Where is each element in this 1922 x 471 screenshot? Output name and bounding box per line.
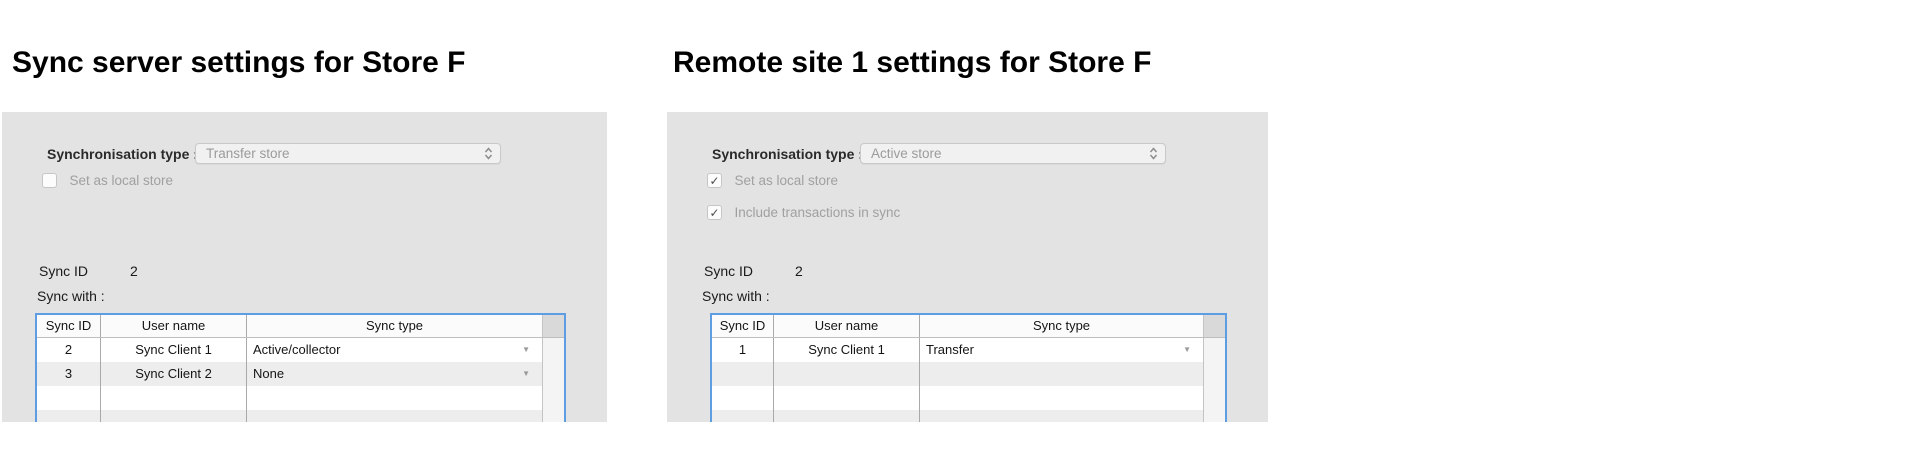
column-header-sync-type: Sync type bbox=[247, 315, 542, 337]
set-as-local-store-checkbox[interactable] bbox=[42, 173, 57, 188]
scrollbar-track[interactable] bbox=[1203, 338, 1225, 362]
page-title-remote-site: Remote site 1 settings for Store F bbox=[673, 47, 1151, 79]
page-title-sync-server: Sync server settings for Store F bbox=[12, 47, 466, 79]
cell-user-name: Sync Client 2 bbox=[101, 362, 247, 386]
scrollbar-track[interactable] bbox=[542, 410, 564, 422]
stepper-icon bbox=[484, 147, 493, 160]
table-row[interactable]: 2 Sync Client 1 Active/collector ▼ bbox=[37, 338, 564, 362]
column-header-user-name: User name bbox=[774, 315, 920, 337]
stepper-icon bbox=[1149, 147, 1158, 160]
checkmark-icon: ✓ bbox=[709, 174, 719, 188]
cell-user-name: Sync Client 1 bbox=[774, 338, 920, 362]
table-row-empty[interactable] bbox=[37, 386, 564, 410]
sync-id-value: 2 bbox=[130, 263, 138, 279]
checkmark-icon: ✓ bbox=[709, 206, 719, 220]
table-row-empty[interactable] bbox=[712, 410, 1225, 422]
table-row[interactable]: 3 Sync Client 2 None ▼ bbox=[37, 362, 564, 386]
cell-sync-id: 3 bbox=[37, 362, 101, 386]
synchronisation-type-label: Synchronisation type : bbox=[47, 146, 198, 162]
sync-id-value: 2 bbox=[795, 263, 803, 279]
table-row-empty[interactable] bbox=[712, 386, 1225, 410]
scrollbar-track[interactable] bbox=[1203, 362, 1225, 386]
scrollbar-corner bbox=[542, 315, 564, 337]
cell-sync-id: 2 bbox=[37, 338, 101, 362]
scrollbar-track[interactable] bbox=[542, 338, 564, 362]
dropdown-arrow-icon: ▼ bbox=[522, 338, 530, 362]
synchronisation-type-value: Active store bbox=[871, 146, 942, 161]
set-as-local-store-label: Set as local store bbox=[734, 173, 838, 189]
cell-sync-type-dropdown[interactable]: None ▼ bbox=[247, 362, 542, 386]
table-row[interactable]: 1 Sync Client 1 Transfer ▼ bbox=[712, 338, 1225, 362]
table-header-row: Sync ID User name Sync type bbox=[712, 315, 1225, 338]
synchronisation-type-label: Synchronisation type : bbox=[712, 146, 863, 162]
cell-user-name: Sync Client 1 bbox=[101, 338, 247, 362]
set-as-local-store-row: Set as local store bbox=[42, 173, 173, 189]
sync-id-label: Sync ID bbox=[704, 263, 753, 279]
synchronisation-type-select[interactable]: Transfer store bbox=[195, 143, 501, 164]
sync-with-table: Sync ID User name Sync type 2 Sync Clien… bbox=[35, 313, 566, 422]
scrollbar-track[interactable] bbox=[1203, 386, 1225, 410]
scrollbar-track[interactable] bbox=[542, 362, 564, 386]
dropdown-arrow-icon: ▼ bbox=[522, 362, 530, 386]
scrollbar-track[interactable] bbox=[1203, 410, 1225, 422]
scrollbar-track[interactable] bbox=[542, 386, 564, 410]
column-header-sync-id: Sync ID bbox=[37, 315, 101, 337]
set-as-local-store-label: Set as local store bbox=[69, 173, 173, 189]
synchronisation-type-select[interactable]: Active store bbox=[860, 143, 1166, 164]
table-row-empty[interactable] bbox=[37, 410, 564, 422]
sync-with-label: Sync with : bbox=[37, 288, 105, 304]
sync-id-label: Sync ID bbox=[39, 263, 88, 279]
include-transactions-checkbox[interactable]: ✓ bbox=[707, 205, 722, 220]
scrollbar-corner bbox=[1203, 315, 1225, 337]
set-as-local-store-row: ✓ Set as local store bbox=[707, 173, 838, 189]
column-header-sync-id: Sync ID bbox=[712, 315, 774, 337]
remote-site-settings-panel: Synchronisation type : Active store ✓ Se… bbox=[667, 112, 1268, 422]
cell-sync-type-dropdown[interactable]: Transfer ▼ bbox=[920, 338, 1203, 362]
table-row-empty[interactable] bbox=[712, 362, 1225, 386]
cell-sync-type-dropdown[interactable]: Active/collector ▼ bbox=[247, 338, 542, 362]
table-header-row: Sync ID User name Sync type bbox=[37, 315, 564, 338]
include-transactions-row: ✓ Include transactions in sync bbox=[707, 205, 900, 221]
dropdown-arrow-icon: ▼ bbox=[1183, 338, 1191, 362]
sync-with-label: Sync with : bbox=[702, 288, 770, 304]
synchronisation-type-value: Transfer store bbox=[206, 146, 290, 161]
sync-server-settings-panel: Synchronisation type : Transfer store Se… bbox=[2, 112, 607, 422]
column-header-sync-type: Sync type bbox=[920, 315, 1203, 337]
set-as-local-store-checkbox[interactable]: ✓ bbox=[707, 173, 722, 188]
cell-sync-id: 1 bbox=[712, 338, 774, 362]
column-header-user-name: User name bbox=[101, 315, 247, 337]
sync-with-table: Sync ID User name Sync type 1 Sync Clien… bbox=[710, 313, 1227, 422]
include-transactions-label: Include transactions in sync bbox=[734, 205, 900, 221]
